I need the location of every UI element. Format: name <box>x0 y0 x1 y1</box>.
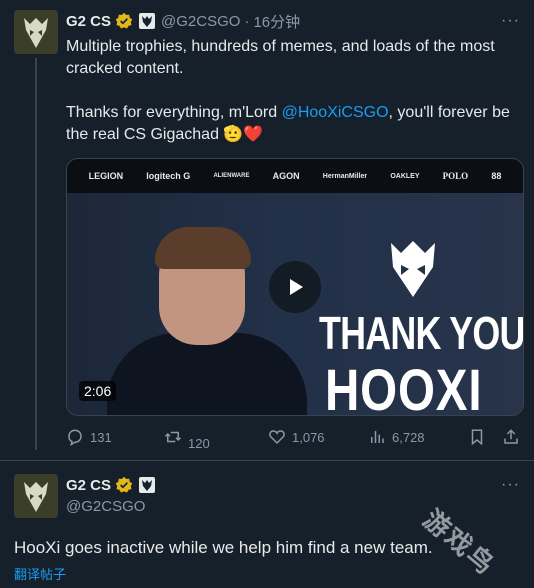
g2-samurai-logo-icon <box>24 18 48 48</box>
reply-button[interactable]: 131 <box>66 428 112 446</box>
mention-link[interactable]: @HooXiCSGO <box>282 104 389 121</box>
sponsor-logitech: logitech G <box>146 171 191 181</box>
more-options-icon[interactable]: ··· <box>501 12 520 30</box>
avatar[interactable] <box>14 474 58 518</box>
player-hair <box>155 227 251 269</box>
verified-badge-icon <box>115 476 133 493</box>
views-icon <box>371 431 384 443</box>
sponsor-polo: POLO <box>442 171 469 181</box>
affiliate-badge-icon <box>139 13 156 29</box>
video-duration: 2:06 <box>79 381 117 401</box>
tweet-time[interactable]: 16分钟 <box>253 11 300 32</box>
like-count: 1,076 <box>292 429 325 445</box>
player-jersey <box>107 333 307 415</box>
retweet-count: 120 <box>188 435 210 451</box>
tweet-text: Multiple trophies, hundreds of memes, an… <box>66 36 516 146</box>
tweet-actions: 131 120 1,076 6,728 <box>66 428 526 451</box>
translate-post-link[interactable]: 翻译帖子 <box>14 564 66 583</box>
bookmark-icon <box>471 429 483 446</box>
sponsor-agon: AGON <box>272 171 300 181</box>
sponsor-88: 88 <box>491 171 502 181</box>
views-button[interactable]: 6,728 <box>368 428 425 446</box>
sponsor-alienware: ALIENWARE <box>213 173 250 179</box>
author-name[interactable]: G2 CS <box>66 13 111 30</box>
retweet-icon <box>164 431 182 443</box>
author-handle[interactable]: @G2CSGO <box>161 13 240 30</box>
tweet-header: G2 CS @G2CSGO · 16分钟 <box>66 10 300 32</box>
play-button[interactable] <box>269 261 321 313</box>
video-media[interactable]: LEGION logitech G ALIENWARE AGON HermanM… <box>66 158 524 416</box>
author-handle[interactable]: @G2CSGO <box>66 498 145 515</box>
meta-separator: · <box>244 12 250 30</box>
thread-line <box>35 58 37 450</box>
author-name[interactable]: G2 CS <box>66 477 111 494</box>
tweet2-text: HooXi goes inactive while we help him fi… <box>14 538 433 557</box>
headline-thank-you: THANK YOU <box>319 307 524 359</box>
heart-icon <box>269 430 285 445</box>
reply-icon <box>68 429 82 446</box>
like-button[interactable]: 1,076 <box>268 428 325 446</box>
play-icon <box>290 279 303 295</box>
views-count: 6,728 <box>392 429 425 445</box>
g2-logo-icon <box>391 241 435 297</box>
sponsor-bar: LEGION logitech G ALIENWARE AGON HermanM… <box>67 159 523 193</box>
sponsor-legion: LEGION <box>88 171 124 181</box>
avatar[interactable] <box>14 10 58 54</box>
tweet-line-2: Thanks for everything, m'Lord @HooXiCSGO… <box>66 102 516 146</box>
tweet-line-2-prefix: Thanks for everything, m'Lord <box>66 104 282 121</box>
tweet2-header: G2 CS <box>66 476 156 494</box>
tweet-main[interactable]: G2 CS @G2CSGO · 16分钟 ··· Multiple trophi… <box>0 0 534 460</box>
bookmark-button[interactable] <box>468 428 486 446</box>
sponsor-hermanmiller: HermanMiller <box>322 172 368 180</box>
retweet-button[interactable]: 120 <box>164 428 210 451</box>
reply-count: 131 <box>90 429 112 445</box>
sponsor-oakley: OAKLEY <box>390 172 420 180</box>
headline-hooxi: HOOXI <box>325 358 483 416</box>
affiliate-badge-icon <box>139 477 156 493</box>
share-icon <box>504 429 518 444</box>
verified-badge-icon <box>115 12 133 29</box>
share-button[interactable] <box>502 428 520 446</box>
tweet-line-1: Multiple trophies, hundreds of memes, an… <box>66 38 495 77</box>
more-options-icon[interactable]: ··· <box>501 476 520 494</box>
g2-samurai-logo-icon <box>24 482 48 512</box>
